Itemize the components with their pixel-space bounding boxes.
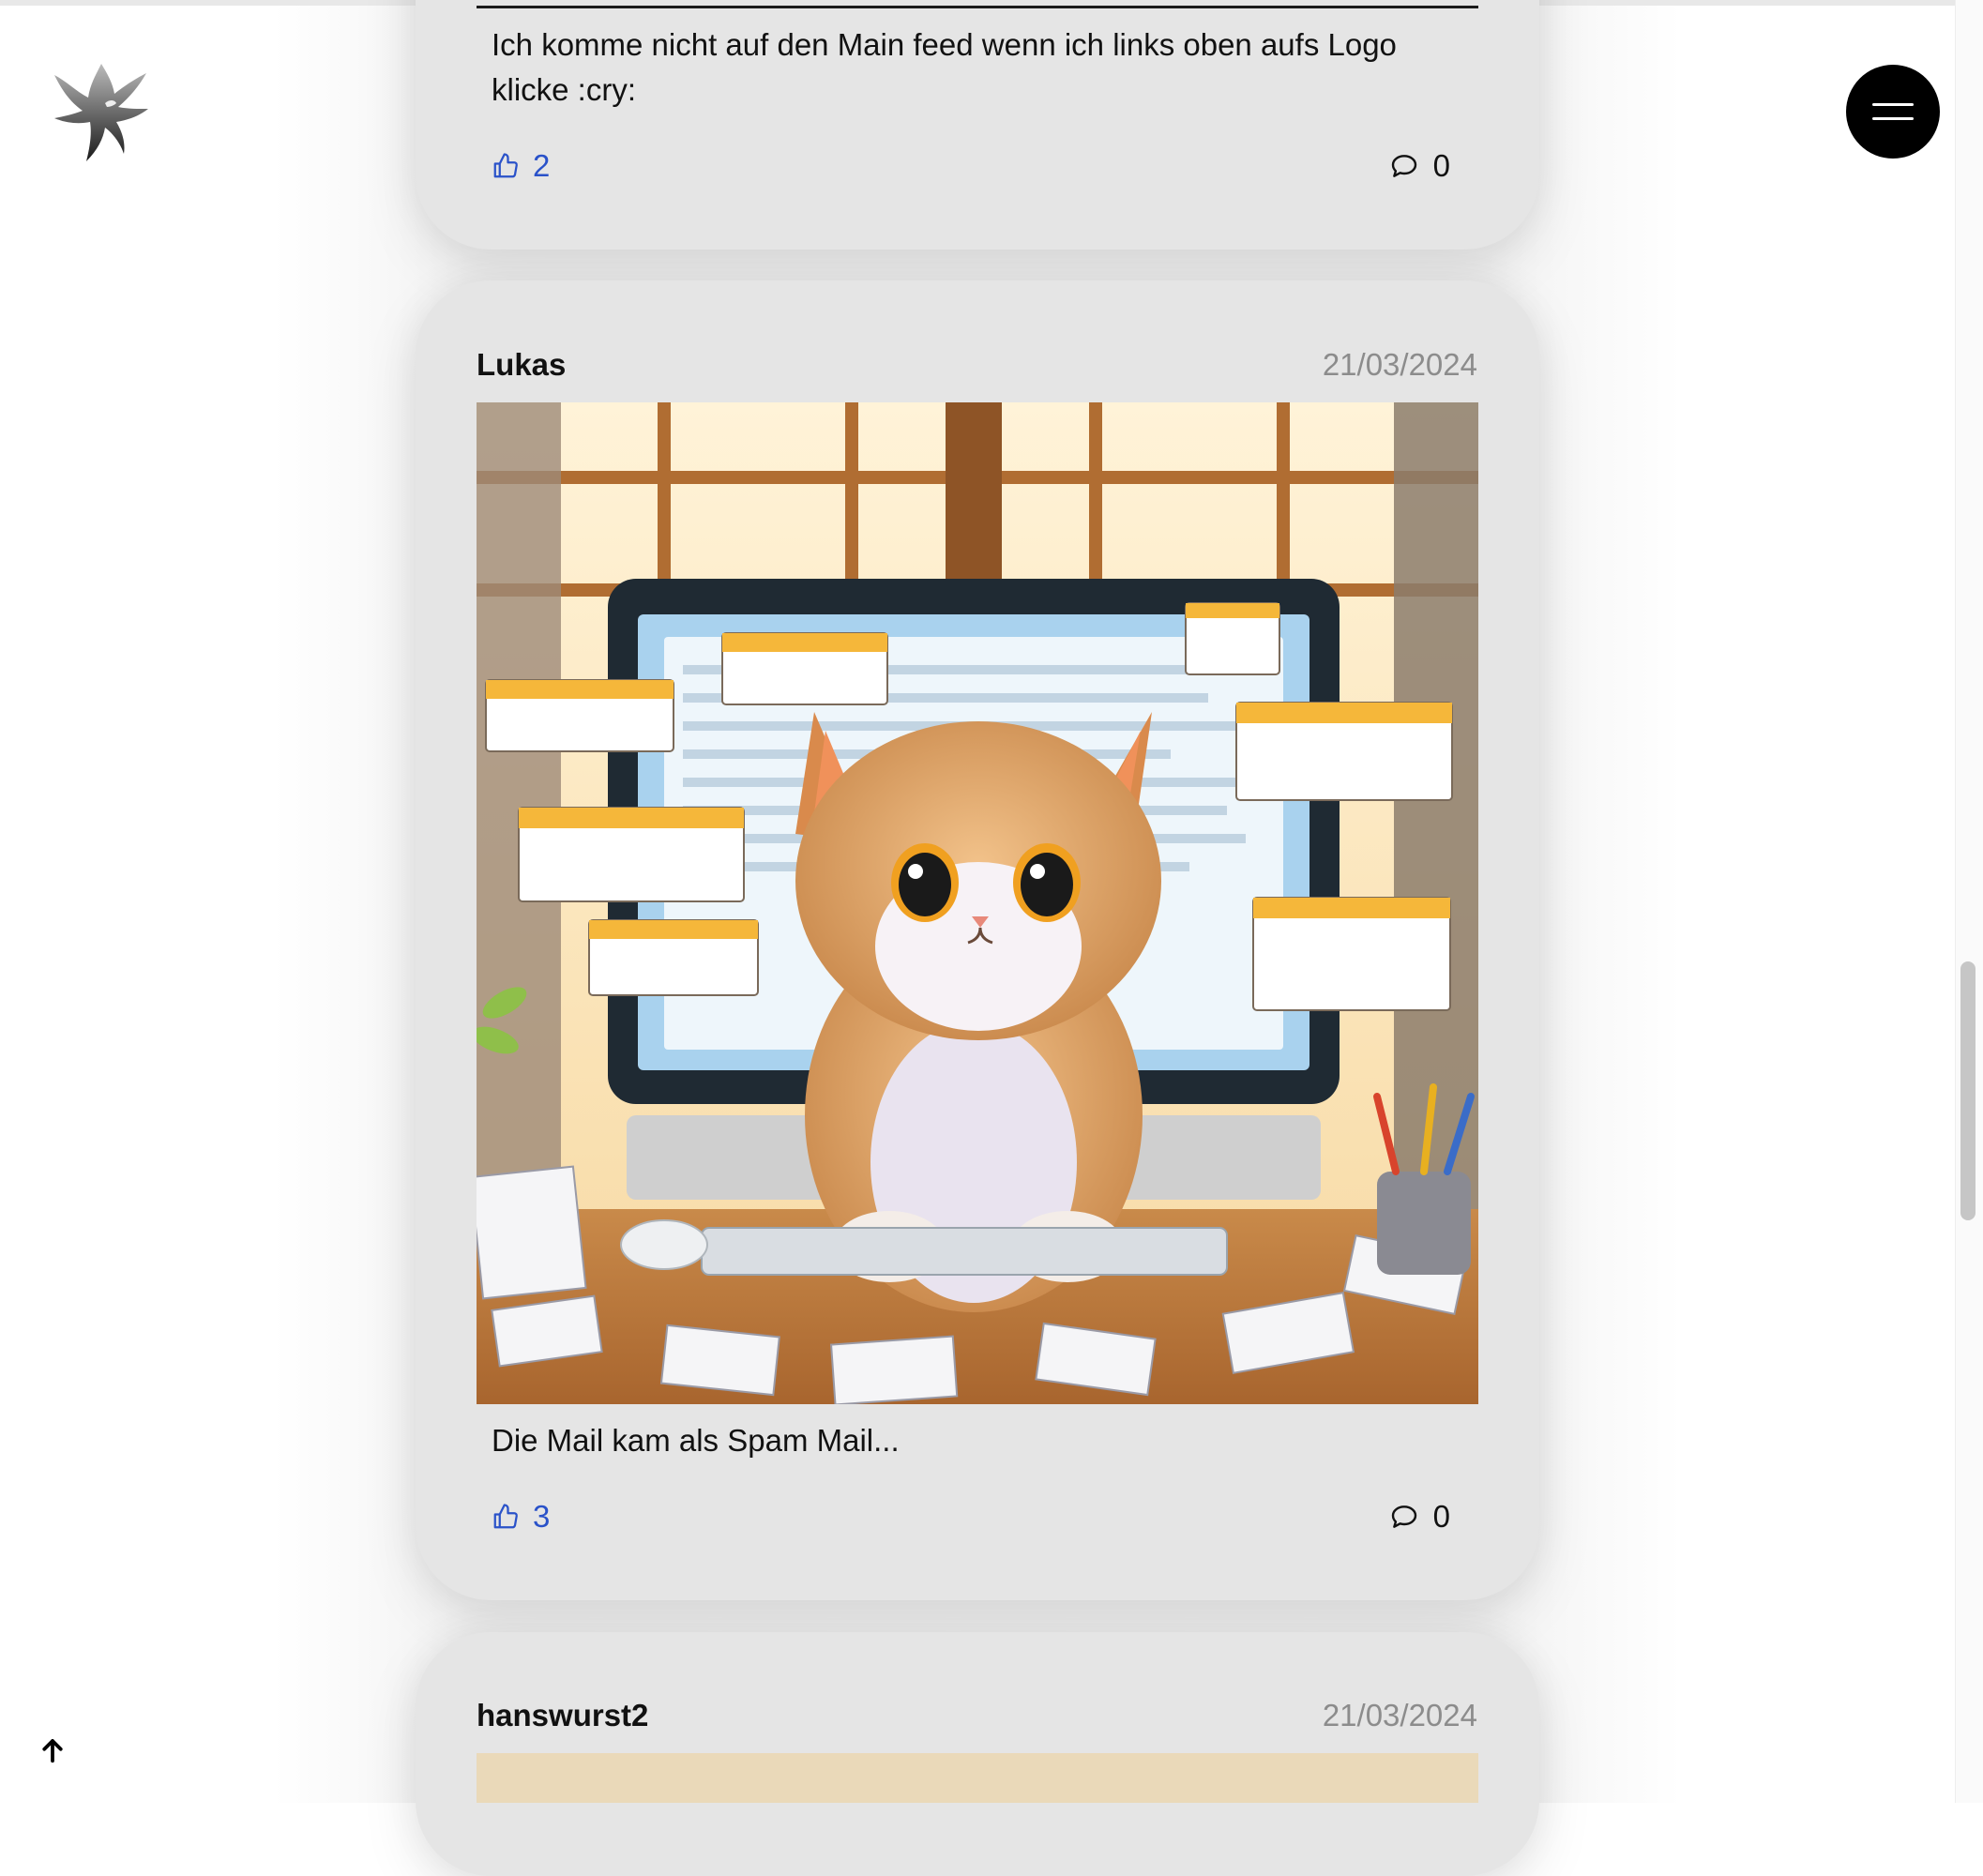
post-text: Die Mail kam als Spam Mail... — [492, 1423, 900, 1458]
post-date: 21/03/2024 — [1322, 347, 1477, 382]
like-count: 2 — [533, 148, 551, 183]
speech-bubble-icon — [1391, 155, 1416, 177]
post-author[interactable]: Lukas — [477, 347, 566, 383]
thumbs-up-icon — [493, 153, 518, 178]
comment-count: 0 — [1432, 148, 1450, 183]
hamburger-menu-icon — [1872, 103, 1914, 106]
comment-button[interactable]: 0 — [1388, 1495, 1450, 1538]
like-count: 3 — [533, 1499, 551, 1534]
menu-button[interactable] — [1846, 65, 1940, 159]
post-author[interactable]: hanswurst2 — [477, 1698, 648, 1733]
arrow-up-icon — [42, 1739, 63, 1763]
post-date: 21/03/2024 — [1322, 1698, 1477, 1732]
post-image[interactable] — [477, 402, 1478, 1404]
post-text: Ich komme nicht auf den Main feed wenn i… — [492, 27, 1397, 107]
eagle-logo-icon[interactable] — [49, 56, 154, 165]
scrollbar-thumb[interactable] — [1960, 961, 1975, 1220]
like-button[interactable]: 2 — [492, 144, 550, 188]
comment-count: 0 — [1432, 1499, 1450, 1534]
comment-button[interactable]: 0 — [1388, 144, 1450, 188]
post-image[interactable] — [477, 1753, 1478, 1803]
scroll-to-top-button[interactable] — [34, 1732, 71, 1769]
speech-bubble-icon — [1391, 1505, 1416, 1528]
hamburger-menu-icon-line — [1872, 117, 1914, 120]
image-bottom-edge — [477, 6, 1478, 8]
thumbs-up-icon — [493, 1504, 518, 1529]
like-button[interactable]: 3 — [492, 1495, 550, 1538]
scrollbar-track[interactable] — [1955, 0, 1983, 1803]
